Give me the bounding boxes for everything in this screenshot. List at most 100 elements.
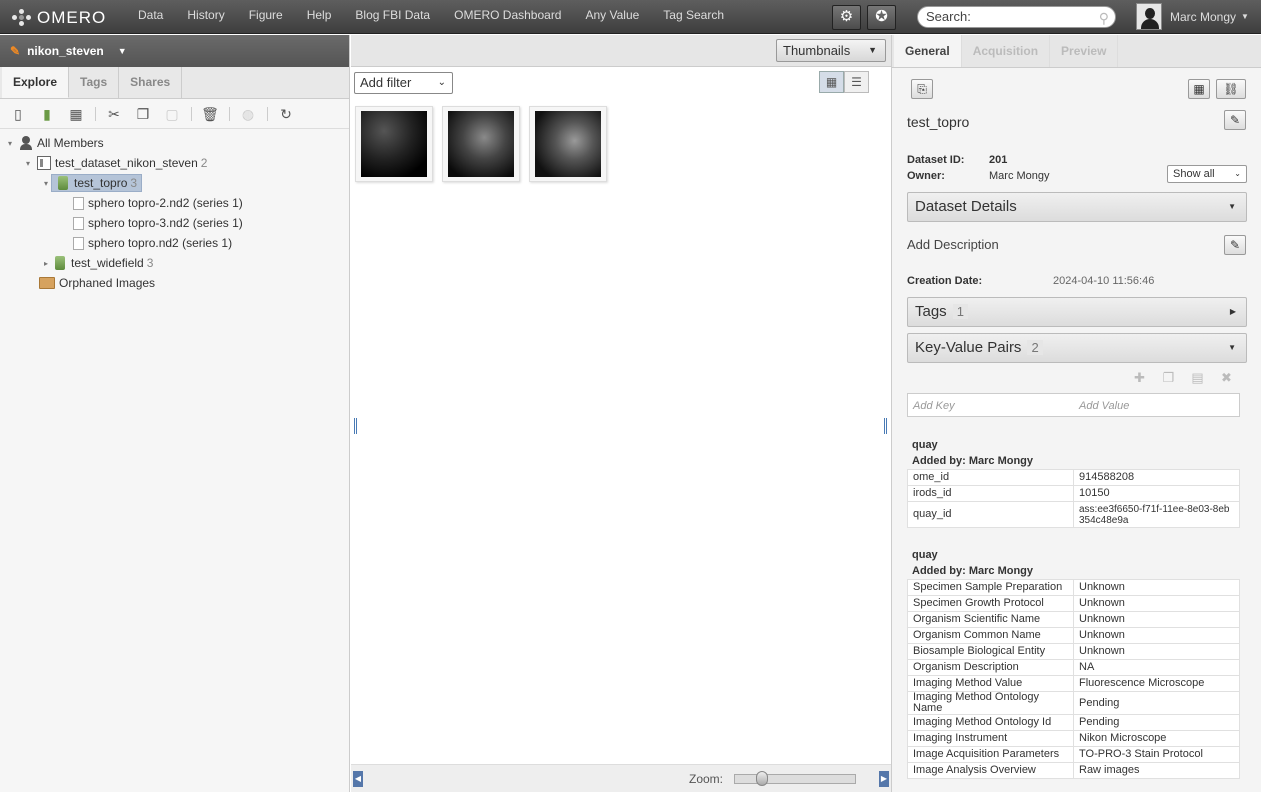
collapse-left-icon[interactable]: ◀ xyxy=(353,771,363,787)
open-with-icon[interactable]: ⎘ xyxy=(911,79,933,99)
thumbnail[interactable] xyxy=(529,106,607,182)
nav-figure[interactable]: Figure xyxy=(237,0,295,34)
add-value-input[interactable]: Add Value xyxy=(1079,400,1129,412)
nav-data[interactable]: Data xyxy=(126,0,175,34)
collapse-arrow-icon[interactable]: ▾ xyxy=(41,179,51,188)
expand-arrow-icon[interactable]: ▸ xyxy=(41,259,51,268)
tree-node-project[interactable]: ▾ test_dataset_nikon_steven 2 xyxy=(0,153,349,173)
grid-view-icon[interactable]: ▦ xyxy=(1188,79,1210,99)
group-user-switcher[interactable]: ✎ nikon_steven ▼ xyxy=(0,35,349,67)
nav-history[interactable]: History xyxy=(175,0,236,34)
tree-node-orphaned[interactable]: Orphaned Images xyxy=(0,273,349,293)
nav-tag-search[interactable]: Tag Search xyxy=(651,0,736,34)
new-project-icon[interactable]: ▯ xyxy=(8,104,28,124)
kvp-table: Specimen Sample Preparation Unknown Speci… xyxy=(907,579,1240,779)
tags-count: 1 xyxy=(952,304,968,319)
edit-description-pencil-icon[interactable]: ✎ xyxy=(1224,235,1246,255)
omero-logo[interactable]: OMERO xyxy=(12,8,106,28)
tree-node-image[interactable]: sphero topro-2.nd2 (series 1) xyxy=(0,193,349,213)
kvp-table: ome_id 914588208 irods_id 10150 quay_id ass… xyxy=(907,469,1240,528)
show-all-select[interactable]: Show all ⌄ xyxy=(1167,165,1247,183)
list-view-icon[interactable]: ☰ xyxy=(844,71,869,93)
zoom-slider-track[interactable] xyxy=(734,774,856,784)
creation-date-row: Creation Date: 2024-04-10 11:56:46 xyxy=(907,275,1154,287)
table-row: irods_id 10150 xyxy=(907,485,1240,502)
tree-label: test_widefield xyxy=(71,256,144,270)
kvp-key: Image Analysis Overview xyxy=(907,762,1074,779)
view-select-value: Thumbnails xyxy=(783,43,851,58)
dataset-details-accordion[interactable]: Dataset Details ▼ xyxy=(907,192,1247,222)
tree-node-image[interactable]: sphero topro.nd2 (series 1) xyxy=(0,233,349,253)
delete-icon[interactable]: 🗑 xyxy=(200,104,220,124)
collapse-right-icon[interactable]: ▶ xyxy=(879,771,889,787)
collapse-arrow-icon[interactable]: ▾ xyxy=(23,159,33,168)
zoom-slider-handle[interactable] xyxy=(756,771,768,786)
add-row-icon[interactable]: ✚ xyxy=(1125,370,1154,386)
add-description[interactable]: Add Description xyxy=(907,237,999,252)
nav-blog-fbi-data[interactable]: Blog FBI Data xyxy=(343,0,442,34)
tags-accordion[interactable]: Tags 1 ▶ xyxy=(907,297,1247,327)
thumbnail[interactable] xyxy=(442,106,520,182)
layout-toggle: ▦ ☰ xyxy=(819,71,869,93)
collapse-arrow-icon[interactable]: ▾ xyxy=(5,139,15,148)
tab-shares[interactable]: Shares xyxy=(119,67,183,98)
key-value-pairs-accordion[interactable]: Key-Value Pairs 2 ▼ xyxy=(907,333,1247,363)
nav-omero-dashboard[interactable]: OMERO Dashboard xyxy=(442,0,573,34)
selected-node[interactable]: test_topro 3 xyxy=(51,174,143,192)
right-resize-handle[interactable] xyxy=(884,418,887,434)
kvp-annotation-block-1: quay Added by: Marc Mongy ome_id 91458820… xyxy=(907,438,1240,528)
tree-label: test_topro xyxy=(74,176,128,190)
cut-icon[interactable]: ✂ xyxy=(104,104,124,124)
paste-icon[interactable]: ▤ xyxy=(1183,370,1212,386)
nav-help[interactable]: Help xyxy=(295,0,344,34)
view-select[interactable]: Thumbnails ▼ xyxy=(776,39,886,62)
tree-node-dataset[interactable]: ▸ test_widefield 3 xyxy=(0,253,349,273)
table-row: quay_id ass:ee3f6650-f71f-11ee-8e03-8eb35… xyxy=(907,501,1240,528)
delete-row-icon[interactable]: ✖ xyxy=(1212,370,1241,386)
tab-tags[interactable]: Tags xyxy=(69,67,120,98)
search-placeholder: Search: xyxy=(926,9,971,24)
tree-node-all-members[interactable]: ▾ All Members xyxy=(0,133,349,153)
edit-name-pencil-icon[interactable]: ✎ xyxy=(1224,110,1246,130)
scripts-gear-icon[interactable]: ⚙ xyxy=(832,5,861,30)
link-icon[interactable]: ⛓ xyxy=(1216,79,1246,99)
kvp-value: 10150 xyxy=(1073,485,1240,502)
search-input[interactable]: Search: ⚲ xyxy=(917,6,1116,28)
refresh-icon[interactable]: ↻ xyxy=(276,104,296,124)
grid-view-icon[interactable]: ▦ xyxy=(819,71,844,93)
copy-icon[interactable]: ❐ xyxy=(133,104,153,124)
kvp-value: Unknown xyxy=(1073,611,1240,628)
table-row: Imaging Instrument Nikon Microscope xyxy=(907,730,1240,747)
add-filter-select[interactable]: Add filter ⌄ xyxy=(354,72,453,94)
zoom-label: Zoom: xyxy=(689,772,724,786)
tab-explore[interactable]: Explore xyxy=(2,67,70,98)
center-toolbar: Thumbnails ▼ xyxy=(351,35,891,67)
copy-icon[interactable]: ❐ xyxy=(1154,370,1183,386)
paste-icon[interactable]: ▢ xyxy=(162,104,182,124)
tab-acquisition[interactable]: Acquisition xyxy=(962,35,1051,67)
kvp-value: Unknown xyxy=(1073,627,1240,644)
left-resize-handle[interactable] xyxy=(354,418,357,434)
search-icon[interactable]: ⚲ xyxy=(1099,8,1109,28)
tab-general[interactable]: General xyxy=(894,35,962,67)
nav-any-value[interactable]: Any Value xyxy=(573,0,651,34)
tree-label: All Members xyxy=(37,136,104,150)
thumbnail[interactable] xyxy=(355,106,433,182)
right-tabs: General Acquisition Preview xyxy=(892,35,1261,68)
kvp-key: irods_id xyxy=(907,485,1074,502)
creation-date-value: 2024-04-10 11:56:46 xyxy=(1053,275,1155,287)
tab-preview[interactable]: Preview xyxy=(1050,35,1119,67)
activities-icon[interactable]: ✪ xyxy=(867,5,896,30)
tree-node-dataset-selected[interactable]: ▾ test_topro 3 xyxy=(0,173,349,193)
kvp-toolbar: ✚ ❐ ▤ ✖ xyxy=(1125,370,1241,386)
add-key-input[interactable]: Add Key xyxy=(913,400,955,412)
kvp-key: Organism Common Name xyxy=(907,627,1074,644)
user-menu[interactable]: Marc Mongy ▼ xyxy=(1136,3,1249,30)
new-screen-icon[interactable]: ▦ xyxy=(66,104,86,124)
tree-node-image[interactable]: sphero topro-3.nd2 (series 1) xyxy=(0,213,349,233)
share-globe-icon[interactable]: ◍ xyxy=(238,104,258,124)
kvp-key: quay_id xyxy=(907,501,1074,528)
table-row: Imaging Method Value Fluorescence Microsc… xyxy=(907,675,1240,692)
accordion-label: Dataset Details xyxy=(915,198,1017,215)
new-dataset-icon[interactable]: ▮ xyxy=(37,104,57,124)
